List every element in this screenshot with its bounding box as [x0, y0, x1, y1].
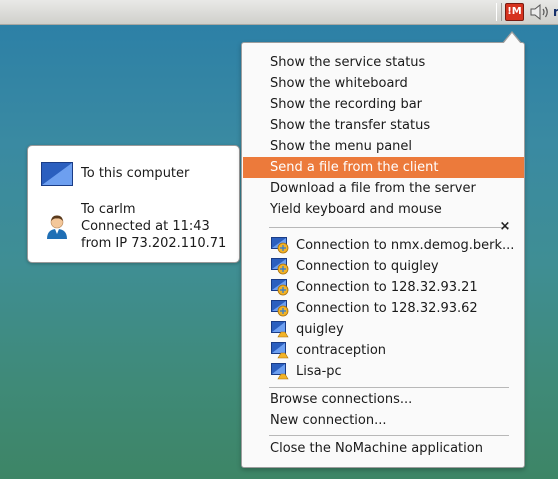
connection-label: Connection to 128.32.93.21	[296, 280, 478, 295]
computer-screen-icon	[41, 162, 73, 186]
connection-info-balloon: To this computer To carlm Connected at 1…	[27, 145, 240, 263]
connected-time-line: Connected at 11:43	[81, 219, 210, 234]
nomachine-tray-icon[interactable]: !M	[505, 3, 524, 21]
ip-line: from IP 73.202.110.71	[81, 236, 227, 251]
active-connection-icon	[271, 237, 289, 254]
menu-separator	[269, 227, 509, 228]
connection-label: Connection to quigley	[296, 259, 439, 274]
user-avatar-icon	[47, 215, 67, 239]
volume-icon[interactable]	[530, 4, 550, 20]
top-panel: !M r	[0, 0, 558, 25]
user-connection-details: To carlm Connected at 11:43 from IP 73.2…	[81, 201, 226, 252]
target-label: To this computer	[81, 166, 190, 181]
connection-label: Connection to nmx.demog.berk...	[296, 238, 515, 253]
active-connection-icon	[271, 279, 289, 296]
menu-item-service-status[interactable]: Show the service status	[243, 52, 524, 73]
active-connection-icon	[271, 300, 289, 317]
remote-computer-icon	[271, 363, 289, 380]
connection-label: contraception	[296, 343, 387, 358]
nomachine-context-menu: Show the service status Show the whitebo…	[241, 42, 525, 468]
menu-item-recording-bar[interactable]: Show the recording bar	[243, 94, 524, 115]
tray-clipped-item[interactable]: r	[553, 5, 558, 19]
menu-item-connection[interactable]: Lisa-pc	[243, 361, 524, 382]
menu-item-new-connection[interactable]: New connection...	[243, 410, 524, 431]
menu-item-connection[interactable]: Connection to quigley	[243, 256, 524, 277]
user-line: To carlm	[81, 202, 136, 217]
menu-item-close-app[interactable]: Close the NoMachine application	[243, 438, 524, 459]
close-icon[interactable]: ×	[499, 220, 511, 233]
connection-label: quigley	[296, 322, 344, 337]
menu-item-connection[interactable]: Connection to 128.32.93.62	[243, 298, 524, 319]
menu-item-yield-input[interactable]: Yield keyboard and mouse	[243, 199, 524, 220]
remote-computer-icon	[271, 321, 289, 338]
menu-separator	[269, 435, 509, 436]
remote-computer-icon	[271, 342, 289, 359]
menu-item-connection[interactable]: Connection to nmx.demog.berk...	[243, 235, 524, 256]
menu-item-connection[interactable]: Connection to 128.32.93.21	[243, 277, 524, 298]
menu-item-whiteboard[interactable]: Show the whiteboard	[243, 73, 524, 94]
menu-item-download-file[interactable]: Download a file from the server	[243, 178, 524, 199]
connection-label: Connection to 128.32.93.62	[296, 301, 478, 316]
menu-separator	[269, 387, 509, 388]
menu-item-transfer-status[interactable]: Show the transfer status	[243, 115, 524, 136]
menu-item-connection[interactable]: contraception	[243, 340, 524, 361]
active-connection-icon	[271, 258, 289, 275]
menu-item-menu-panel[interactable]: Show the menu panel	[243, 136, 524, 157]
menu-item-browse-connections[interactable]: Browse connections...	[243, 389, 524, 410]
tray-separator	[496, 3, 502, 21]
menu-item-send-file[interactable]: Send a file from the client	[243, 157, 524, 178]
menu-item-connection[interactable]: quigley	[243, 319, 524, 340]
menu-pointer-fill	[503, 33, 521, 44]
connection-label: Lisa-pc	[296, 364, 342, 379]
